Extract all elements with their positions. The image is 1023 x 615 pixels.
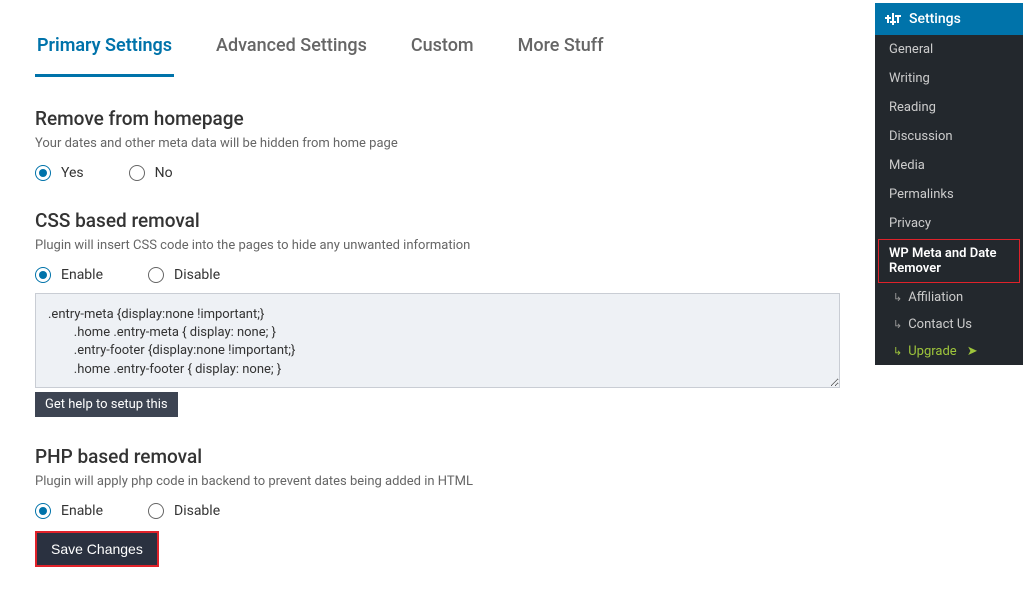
radio-icon: [148, 503, 164, 519]
radio-icon: [35, 503, 51, 519]
radio-enable[interactable]: Enable: [35, 267, 103, 283]
settings-icon: [885, 11, 901, 27]
radio-yes[interactable]: Yes: [35, 165, 84, 181]
tab-primary-settings[interactable]: Primary Settings: [35, 20, 174, 77]
section-php-removal: PHP based removal Plugin will apply php …: [35, 445, 840, 567]
radio-label: Enable: [61, 503, 103, 519]
section-desc: Plugin will apply php code in backend to…: [35, 474, 840, 489]
sidebar-header[interactable]: Settings: [875, 3, 1023, 35]
section-title: Remove from homepage: [35, 107, 840, 130]
radio-label: Yes: [61, 165, 84, 181]
sidebar-subitem-affiliation[interactable]: ↳ Affiliation: [875, 284, 1023, 311]
radio-disable[interactable]: Disable: [148, 503, 220, 519]
section-title: CSS based removal: [35, 209, 840, 232]
sidebar-item-permalinks[interactable]: Permalinks: [875, 180, 1023, 209]
radio-label: Disable: [174, 503, 220, 519]
sub-arrow-icon: ↳: [893, 318, 902, 331]
radio-label: Enable: [61, 267, 103, 283]
help-setup-button[interactable]: Get help to setup this: [35, 392, 178, 417]
settings-sidebar: Settings General Writing Reading Discuss…: [875, 3, 1023, 365]
css-code-textarea[interactable]: [35, 293, 840, 388]
section-css-removal: CSS based removal Plugin will insert CSS…: [35, 209, 840, 417]
radio-group-css: Enable Disable: [35, 267, 840, 283]
sidebar-item-general[interactable]: General: [875, 35, 1023, 64]
radio-no[interactable]: No: [129, 165, 173, 181]
radio-icon: [35, 267, 51, 283]
section-remove-homepage: Remove from homepage Your dates and othe…: [35, 107, 840, 181]
section-title: PHP based removal: [35, 445, 840, 468]
section-desc: Plugin will insert CSS code into the pag…: [35, 238, 840, 253]
sidebar-item-reading[interactable]: Reading: [875, 93, 1023, 122]
radio-enable[interactable]: Enable: [35, 503, 103, 519]
sidebar-item-writing[interactable]: Writing: [875, 64, 1023, 93]
sub-arrow-icon: ↳: [893, 291, 902, 304]
tabs-bar: Primary Settings Advanced Settings Custo…: [35, 20, 840, 77]
sidebar-item-discussion[interactable]: Discussion: [875, 122, 1023, 151]
radio-icon: [129, 165, 145, 181]
section-desc: Your dates and other meta data will be h…: [35, 136, 840, 151]
radio-icon: [148, 267, 164, 283]
radio-icon: [35, 165, 51, 181]
sidebar-item-media[interactable]: Media: [875, 151, 1023, 180]
sidebar-item-privacy[interactable]: Privacy: [875, 209, 1023, 238]
tab-advanced-settings[interactable]: Advanced Settings: [214, 20, 369, 77]
main-content: Primary Settings Advanced Settings Custo…: [0, 0, 875, 615]
radio-group-homepage: Yes No: [35, 165, 840, 181]
sidebar-item-wp-meta-date-remover[interactable]: WP Meta and Date Remover: [878, 239, 1020, 283]
sidebar-subitem-label: Affiliation: [908, 290, 963, 305]
radio-label: Disable: [174, 267, 220, 283]
save-changes-button[interactable]: Save Changes: [35, 531, 159, 567]
arrow-right-icon: ➤: [967, 344, 978, 359]
tab-custom[interactable]: Custom: [409, 20, 476, 77]
sidebar-subitem-upgrade[interactable]: ↳ Upgrade ➤: [875, 338, 1023, 365]
radio-disable[interactable]: Disable: [148, 267, 220, 283]
sub-arrow-icon: ↳: [893, 345, 902, 358]
sidebar-subitem-label: Upgrade: [908, 344, 956, 359]
tab-more-stuff[interactable]: More Stuff: [516, 20, 606, 77]
radio-group-php: Enable Disable: [35, 503, 840, 519]
sidebar-subitem-contact-us[interactable]: ↳ Contact Us: [875, 311, 1023, 338]
sidebar-subitem-label: Contact Us: [908, 317, 972, 332]
radio-label: No: [155, 165, 173, 181]
sidebar-header-label: Settings: [909, 11, 961, 27]
